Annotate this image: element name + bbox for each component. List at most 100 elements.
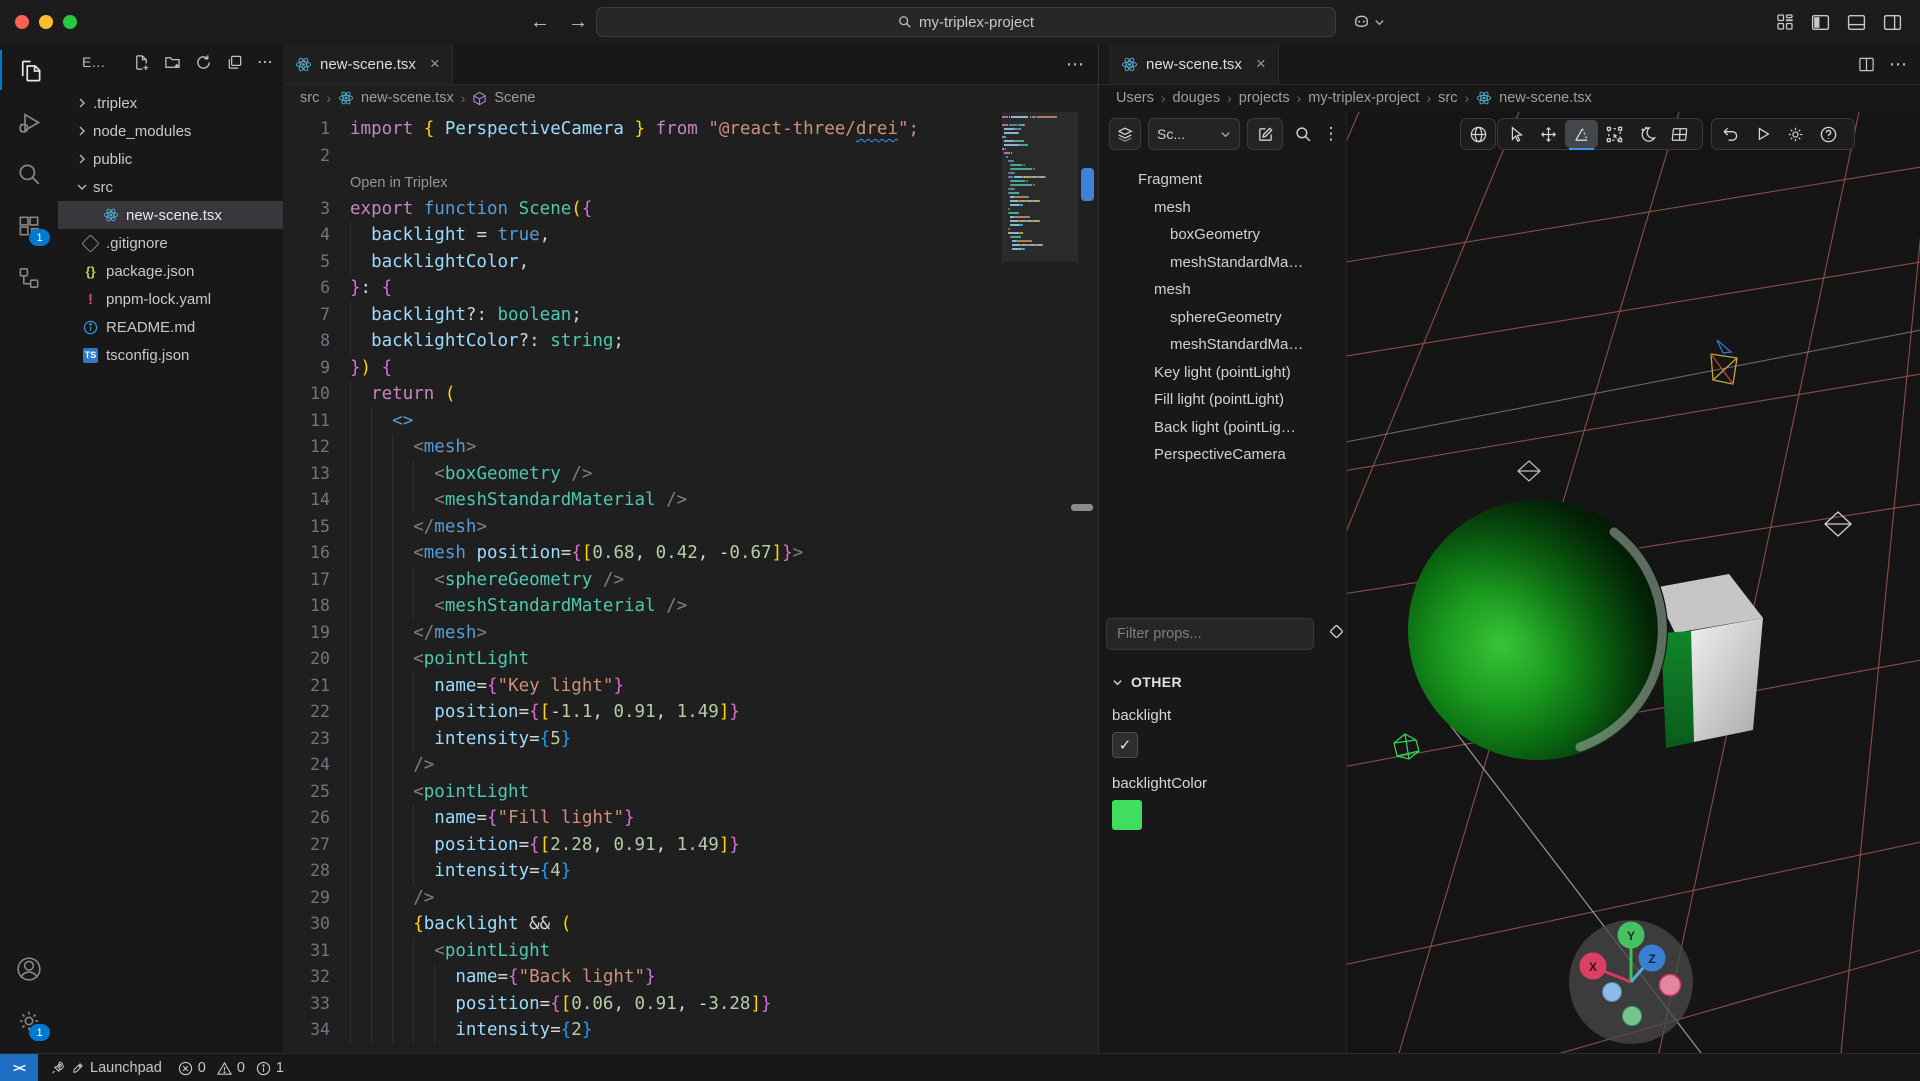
indent-guide bbox=[371, 434, 372, 461]
history-back-button[interactable]: ← bbox=[530, 11, 550, 34]
refresh-icon[interactable] bbox=[195, 54, 212, 71]
code-editor[interactable]: 1import { PerspectiveCamera } from "@rea… bbox=[283, 112, 1098, 1053]
tool-settings[interactable] bbox=[1779, 120, 1812, 148]
customize-layout-button[interactable] bbox=[1776, 13, 1794, 31]
tool-frame-panels[interactable] bbox=[1664, 120, 1697, 148]
breadcrumb-item[interactable]: Users bbox=[1116, 90, 1154, 106]
scene-tree-item-mesh[interactable]: mesh bbox=[1099, 194, 1346, 222]
breadcrumb-item[interactable]: src bbox=[300, 90, 319, 106]
breadcrumb-item[interactable]: new-scene.tsx bbox=[1499, 90, 1592, 106]
scene-tree-item-Fill-light-pointLight-[interactable]: Fill light (pointLight) bbox=[1099, 386, 1346, 414]
file-tree-item-new-scene-tsx[interactable]: new-scene.tsx bbox=[58, 201, 283, 229]
scene-tree-item-meshStandardMa-[interactable]: meshStandardMa… bbox=[1099, 249, 1346, 277]
close-window-button[interactable] bbox=[15, 15, 29, 29]
more-actions-icon[interactable]: ⋯ bbox=[257, 52, 273, 72]
line-number: 28 bbox=[283, 858, 330, 885]
file-tree-item-src[interactable]: src bbox=[58, 173, 283, 201]
scene-tree-item-mesh[interactable]: mesh bbox=[1099, 276, 1346, 304]
activity-extensions-button[interactable]: 1 bbox=[0, 200, 58, 252]
file-tree-item--gitignore[interactable]: .gitignore bbox=[58, 229, 283, 257]
toggle-primary-sidebar-button[interactable] bbox=[1811, 13, 1830, 32]
panel-breadcrumb[interactable]: Users›douges›projects›my-triplex-project… bbox=[1099, 84, 1920, 112]
backlightColor-swatch[interactable] bbox=[1112, 800, 1142, 830]
toggle-panel-button[interactable] bbox=[1847, 13, 1866, 32]
codelens[interactable]: Open in Triplex bbox=[283, 169, 1002, 196]
scene-select[interactable]: Sc... bbox=[1148, 118, 1240, 150]
scene-tree-item-Key-light-pointLight-[interactable]: Key light (pointLight) bbox=[1099, 359, 1346, 387]
new-folder-icon[interactable] bbox=[164, 54, 181, 71]
close-tab-icon[interactable]: × bbox=[430, 54, 440, 74]
activity-references-button[interactable] bbox=[0, 252, 58, 304]
toggle-secondary-sidebar-button[interactable] bbox=[1883, 13, 1902, 32]
backlight-checkbox[interactable]: ✓ bbox=[1112, 732, 1138, 758]
tool-marquee-select[interactable] bbox=[1598, 120, 1631, 148]
scene-tree-item-Back-light-pointLig-[interactable]: Back light (pointLig… bbox=[1099, 414, 1346, 442]
problems-item[interactable]: 0 0 1 bbox=[178, 1060, 284, 1076]
new-file-icon[interactable] bbox=[133, 54, 150, 71]
breadcrumb-item[interactable]: new-scene.tsx bbox=[361, 90, 454, 106]
filter-props-input[interactable] bbox=[1106, 618, 1314, 650]
editor-more-actions[interactable]: ⋯ bbox=[1066, 54, 1084, 75]
file-tree-item--triplex[interactable]: .triplex bbox=[58, 89, 283, 117]
panel-kebab-menu[interactable]: ⋮ bbox=[1323, 119, 1339, 149]
eraser-icon[interactable] bbox=[1326, 624, 1346, 644]
tool-move[interactable] bbox=[1532, 120, 1565, 148]
file-tree-item-tsconfig-json[interactable]: TStsconfig.json bbox=[58, 341, 283, 369]
file-tree-item-pnpm-lock-yaml[interactable]: !pnpm-lock.yaml bbox=[58, 285, 283, 313]
tool-globe[interactable] bbox=[1462, 120, 1495, 148]
breadcrumb-item[interactable]: Scene bbox=[494, 90, 535, 106]
remote-indicator[interactable]: >< bbox=[0, 1054, 38, 1081]
indent-guide bbox=[413, 567, 414, 594]
breadcrumb-item[interactable]: my-triplex-project bbox=[1308, 90, 1419, 106]
activity-search-button[interactable] bbox=[0, 148, 58, 200]
panel-more-actions[interactable]: ⋯ bbox=[1889, 54, 1907, 75]
history-forward-button[interactable]: → bbox=[568, 11, 588, 34]
line-number: 33 bbox=[283, 991, 330, 1018]
file-tree-item-package-json[interactable]: {}package.json bbox=[58, 257, 283, 285]
editor-breadcrumb[interactable]: src›new-scene.tsx›Scene bbox=[283, 84, 1098, 112]
props-section-other[interactable]: OTHER bbox=[1099, 674, 1346, 690]
file-tree-item-public[interactable]: public bbox=[58, 145, 283, 173]
scene-tree-item-boxGeometry[interactable]: boxGeometry bbox=[1099, 221, 1346, 249]
panel-tab-new-scene[interactable]: new-scene.tsx × bbox=[1109, 44, 1279, 84]
scene-tree-item-Fragment[interactable]: Fragment bbox=[1099, 166, 1346, 194]
minimize-window-button[interactable] bbox=[39, 15, 53, 29]
file-tree-item-node-modules[interactable]: node_modules bbox=[58, 117, 283, 145]
tool-play[interactable] bbox=[1746, 120, 1779, 148]
indent-guide bbox=[413, 1017, 414, 1044]
scene-tree-item-sphereGeometry[interactable]: sphereGeometry bbox=[1099, 304, 1346, 332]
tool-select-cursor[interactable] bbox=[1499, 120, 1532, 148]
split-editor-icon[interactable] bbox=[1858, 56, 1875, 73]
copilot-menu[interactable] bbox=[1352, 0, 1385, 44]
tool-undo[interactable] bbox=[1713, 120, 1746, 148]
tool-help[interactable] bbox=[1812, 120, 1845, 148]
tool-transform[interactable] bbox=[1565, 120, 1598, 148]
command-center-search[interactable]: my-triplex-project bbox=[596, 7, 1336, 37]
indent-guide bbox=[371, 938, 372, 965]
settings-button[interactable]: 1 bbox=[0, 995, 58, 1047]
activity-explorer-button[interactable] bbox=[0, 44, 58, 96]
edit-code-button[interactable] bbox=[1247, 118, 1283, 150]
section-label: OTHER bbox=[1131, 674, 1182, 690]
layers-button[interactable] bbox=[1109, 118, 1141, 150]
scene-tree-item-meshStandardMa-[interactable]: meshStandardMa… bbox=[1099, 331, 1346, 359]
maximize-window-button[interactable] bbox=[63, 15, 77, 29]
gizmo-x-label: X bbox=[1589, 960, 1597, 974]
tool-night-mode[interactable] bbox=[1631, 120, 1664, 148]
close-tab-icon[interactable]: × bbox=[1256, 54, 1266, 74]
view-gizmo[interactable]: Y X Z bbox=[1569, 920, 1693, 1044]
collapse-folders-icon[interactable] bbox=[226, 54, 243, 71]
breadcrumb-item[interactable]: douges bbox=[1173, 90, 1221, 106]
panel-search-icon[interactable] bbox=[1290, 119, 1316, 149]
file-tree-item-README-md[interactable]: README.md bbox=[58, 313, 283, 341]
activity-run-debug-button[interactable] bbox=[0, 96, 58, 148]
accounts-button[interactable] bbox=[0, 943, 58, 995]
minimap[interactable] bbox=[1002, 116, 1064, 252]
minimap-line bbox=[1002, 208, 1064, 210]
breadcrumb-item[interactable]: src bbox=[1438, 90, 1457, 106]
sash-grip[interactable] bbox=[1071, 504, 1093, 511]
launchpad-item[interactable]: Launchpad bbox=[50, 1060, 162, 1076]
scene-tree-item-PerspectiveCamera[interactable]: PerspectiveCamera bbox=[1099, 441, 1346, 469]
breadcrumb-item[interactable]: projects bbox=[1239, 90, 1290, 106]
tab-new-scene[interactable]: new-scene.tsx × bbox=[283, 44, 453, 84]
